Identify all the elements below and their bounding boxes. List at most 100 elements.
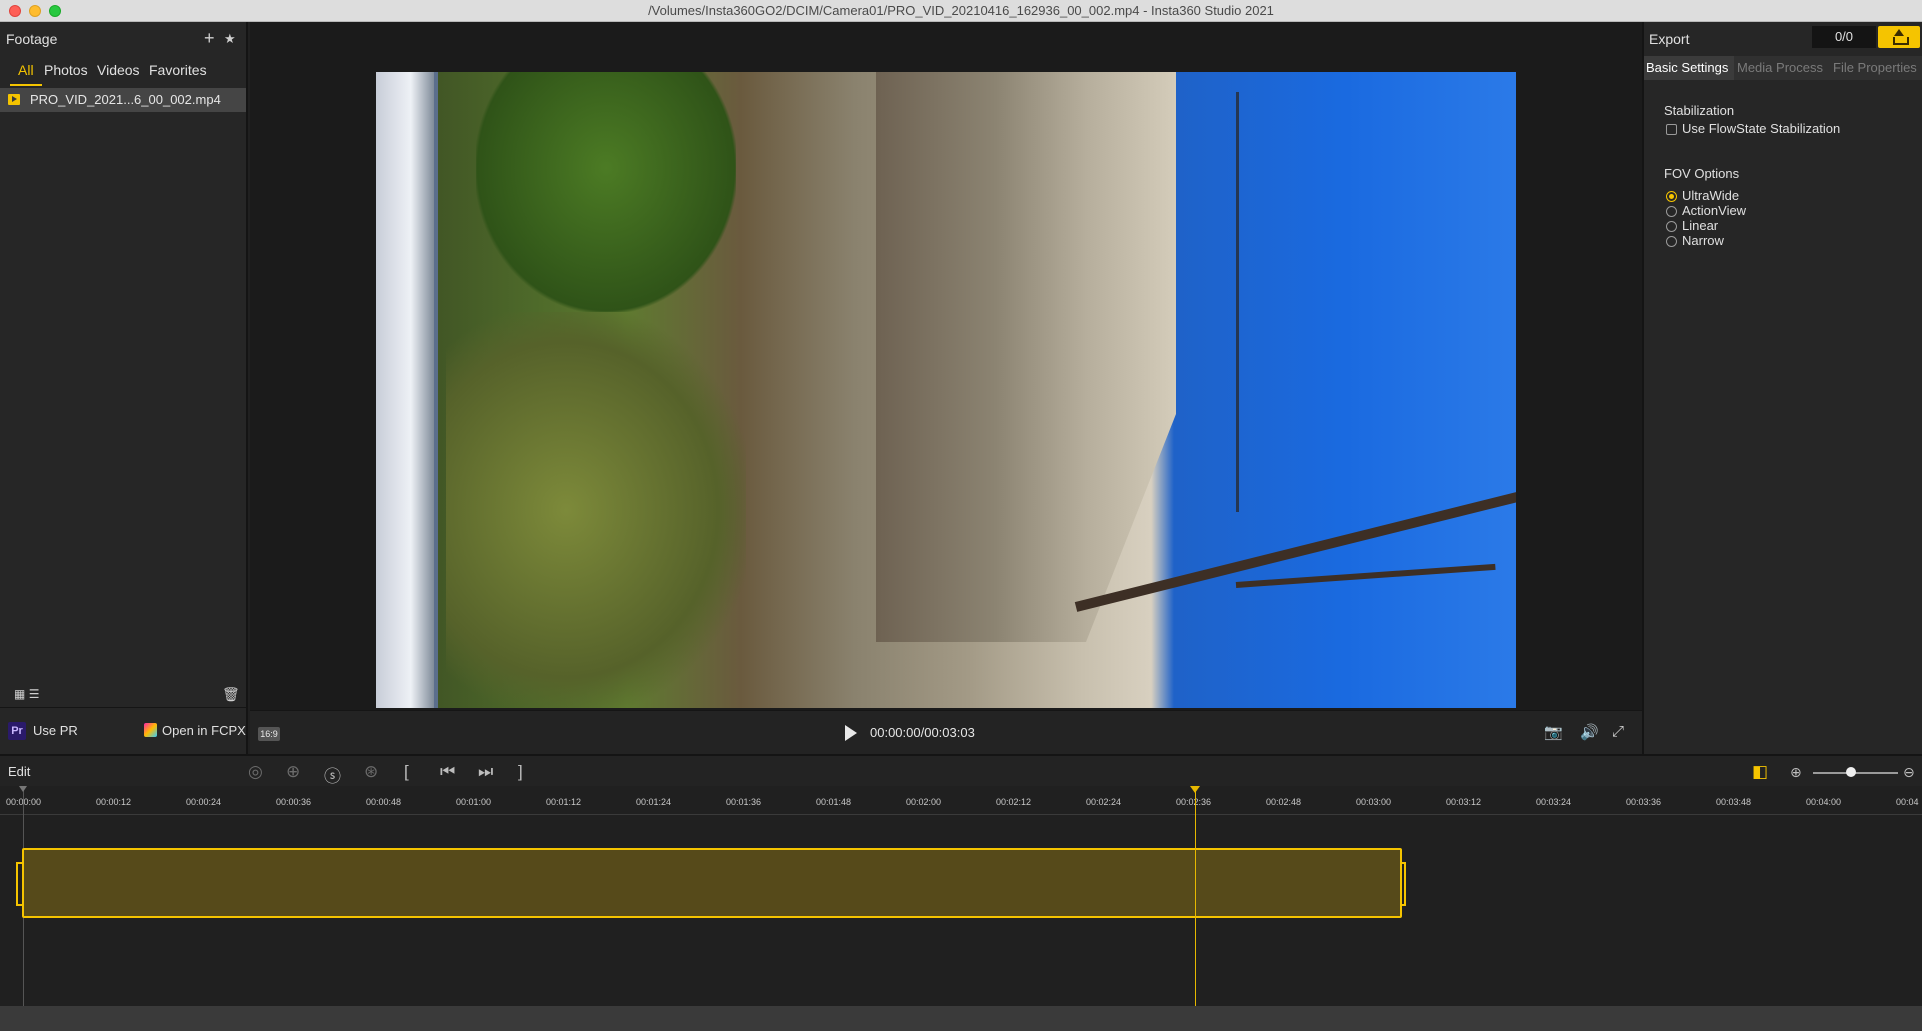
flowstate-checkbox[interactable] — [1666, 124, 1677, 135]
edit-toolbar: Edit ◎ ⊕ ⓢ ⊛ [ ⏮ ⏭ ] ◧ ⊕ ⊖ — [0, 754, 1922, 786]
timecode: 00:00:00/00:03:03 — [870, 725, 975, 740]
ruler-baseline — [0, 814, 1922, 815]
playhead[interactable] — [1195, 786, 1196, 1006]
grid-view-icon[interactable]: ▦ — [14, 687, 25, 701]
volume-icon[interactable]: 🔊 — [1580, 723, 1599, 741]
settings-tabs: Basic Settings Media Process File Proper… — [1644, 56, 1922, 80]
fov-narrow-radio[interactable] — [1666, 236, 1677, 247]
add-icon[interactable]: + — [204, 28, 215, 49]
preview-area: 16:9 00:00:00/00:03:03 📷 🔊 ⤢ — [250, 22, 1642, 754]
ruler-tick-label: 00:03:24 — [1536, 797, 1572, 807]
add-favorite-folder-icon[interactable]: ★ — [224, 31, 236, 47]
stabilization-title: Stabilization — [1664, 103, 1735, 118]
preview-controls: 16:9 00:00:00/00:03:03 📷 🔊 ⤢ — [250, 710, 1642, 754]
timeline[interactable]: 00:00:0000:00:1200:00:2400:00:3600:00:48… — [0, 786, 1922, 1006]
trunk-branch — [1235, 563, 1496, 588]
ruler-tick-label: 00:01:12 — [546, 797, 582, 807]
snap-icon[interactable]: ◧ — [1752, 762, 1768, 782]
video-tree-branches — [1236, 92, 1516, 512]
zoom-out-icon[interactable]: ⊖ — [1903, 764, 1915, 781]
ruler-tick-label: 00:03:12 — [1446, 797, 1482, 807]
status-strip — [0, 1006, 1922, 1031]
clip-end-handle[interactable] — [1400, 862, 1406, 906]
footage-panel: Footage + ★ All Photos Videos Favorites … — [0, 22, 248, 754]
video-window-edge — [376, 72, 438, 708]
export-title: Export — [1649, 31, 1690, 47]
zoom-slider-thumb[interactable] — [1846, 767, 1856, 777]
ruler-tick-label: 00:02:24 — [1086, 797, 1122, 807]
start-marker-cap — [19, 786, 27, 792]
video-bush — [476, 72, 736, 312]
tab-media-process[interactable]: Media Process — [1737, 60, 1823, 75]
fov-ultrawide-label[interactable]: UltraWide — [1682, 188, 1739, 203]
speed-icon[interactable]: ⓢ — [324, 762, 341, 787]
ruler-tick-label: 00:02:12 — [996, 797, 1032, 807]
editor-actions: Pr Use PR Open in FCPX — [0, 707, 246, 753]
aspect-ratio-button[interactable]: 16:9 — [258, 727, 280, 741]
active-tab-indicator — [10, 84, 42, 86]
tab-videos[interactable]: Videos — [97, 62, 140, 78]
tab-file-properties[interactable]: File Properties — [1833, 60, 1917, 75]
footage-tabs: All Photos Videos Favorites — [0, 60, 248, 86]
trim-start-icon[interactable]: [ — [404, 762, 409, 782]
ruler-tick-label: 00:01:24 — [636, 797, 672, 807]
edit-title: Edit — [8, 764, 31, 779]
fov-actionview-radio[interactable] — [1666, 206, 1677, 217]
video-file-icon — [8, 94, 20, 105]
camera-icon[interactable]: 📷 — [1544, 723, 1563, 741]
open-in-fcpx-button[interactable]: Open in FCPX — [162, 723, 246, 738]
fov-linear-radio[interactable] — [1666, 221, 1677, 232]
tab-favorites[interactable]: Favorites — [149, 62, 207, 78]
list-view-icon[interactable]: ☰ — [29, 687, 40, 701]
export-panel: Export 0/0 Basic Settings Media Process … — [1642, 22, 1922, 754]
ruler-tick-label: 00:00:36 — [276, 797, 312, 807]
tab-photos[interactable]: Photos — [44, 62, 88, 78]
keyframe-icon[interactable]: ◎ — [248, 762, 263, 782]
play-icon[interactable] — [845, 725, 857, 741]
ruler-tick-label: 00:02:00 — [906, 797, 942, 807]
ruler-tick-label: 00:04 — [1896, 797, 1919, 807]
ruler-tick-label: 00:04:00 — [1806, 797, 1842, 807]
ruler-tick-label: 00:02:36 — [1176, 797, 1212, 807]
video-grass — [446, 312, 746, 708]
tab-basic-settings[interactable]: Basic Settings — [1646, 60, 1728, 75]
skip-forward-icon[interactable]: ⏭ — [478, 762, 493, 782]
ruler-tick-label: 00:01:36 — [726, 797, 762, 807]
window-title: /Volumes/Insta360GO2/DCIM/Camera01/PRO_V… — [648, 3, 1274, 18]
ruler-tick-label: 00:03:36 — [1626, 797, 1662, 807]
trim-end-icon[interactable]: ] — [518, 762, 523, 782]
clip-start-handle[interactable] — [16, 862, 22, 906]
fov-ultrawide-radio[interactable] — [1666, 191, 1677, 202]
viewfinder-icon[interactable]: ⊕ — [286, 762, 300, 782]
trash-icon[interactable]: 🗑 — [222, 686, 240, 703]
fov-linear-label[interactable]: Linear — [1682, 218, 1718, 233]
file-list-item[interactable]: PRO_VID_2021...6_00_002.mp4 — [0, 88, 246, 112]
skip-back-icon[interactable]: ⏮ — [440, 762, 455, 782]
fcpx-icon[interactable] — [144, 723, 157, 737]
title-bar: /Volumes/Insta360GO2/DCIM/Camera01/PRO_V… — [0, 0, 1922, 22]
ruler-tick-label: 00:01:00 — [456, 797, 492, 807]
view-toggle: ▦ ☰ — [14, 687, 39, 701]
video-preview[interactable] — [376, 72, 1516, 708]
trunk-main — [1074, 488, 1516, 612]
tab-all[interactable]: All — [18, 62, 34, 78]
ruler-tick-label: 00:03:00 — [1356, 797, 1392, 807]
timeshift-icon[interactable]: ⊛ — [364, 762, 378, 782]
export-count: 0/0 — [1812, 26, 1876, 48]
ruler-tick-label: 00:03:48 — [1716, 797, 1752, 807]
ruler-tick-label: 00:00:12 — [96, 797, 132, 807]
fov-actionview-label[interactable]: ActionView — [1682, 203, 1746, 218]
zoom-in-icon[interactable]: ⊕ — [1790, 764, 1802, 781]
playhead-handle[interactable] — [1190, 786, 1200, 793]
file-name: PRO_VID_2021...6_00_002.mp4 — [30, 92, 221, 107]
export-button[interactable] — [1878, 26, 1920, 48]
time-ruler[interactable]: 00:00:0000:00:1200:00:2400:00:3600:00:48… — [0, 786, 1922, 816]
fov-narrow-label[interactable]: Narrow — [1682, 233, 1724, 248]
video-tree-trunk — [1074, 488, 1516, 652]
ruler-tick-label: 00:02:48 — [1266, 797, 1302, 807]
fullscreen-icon[interactable]: ⤢ — [1612, 723, 1624, 740]
fov-title: FOV Options — [1664, 166, 1740, 181]
use-pr-button[interactable]: Use PR — [33, 723, 78, 738]
flowstate-label[interactable]: Use FlowState Stabilization — [1682, 121, 1840, 136]
premiere-icon[interactable]: Pr — [8, 722, 26, 740]
